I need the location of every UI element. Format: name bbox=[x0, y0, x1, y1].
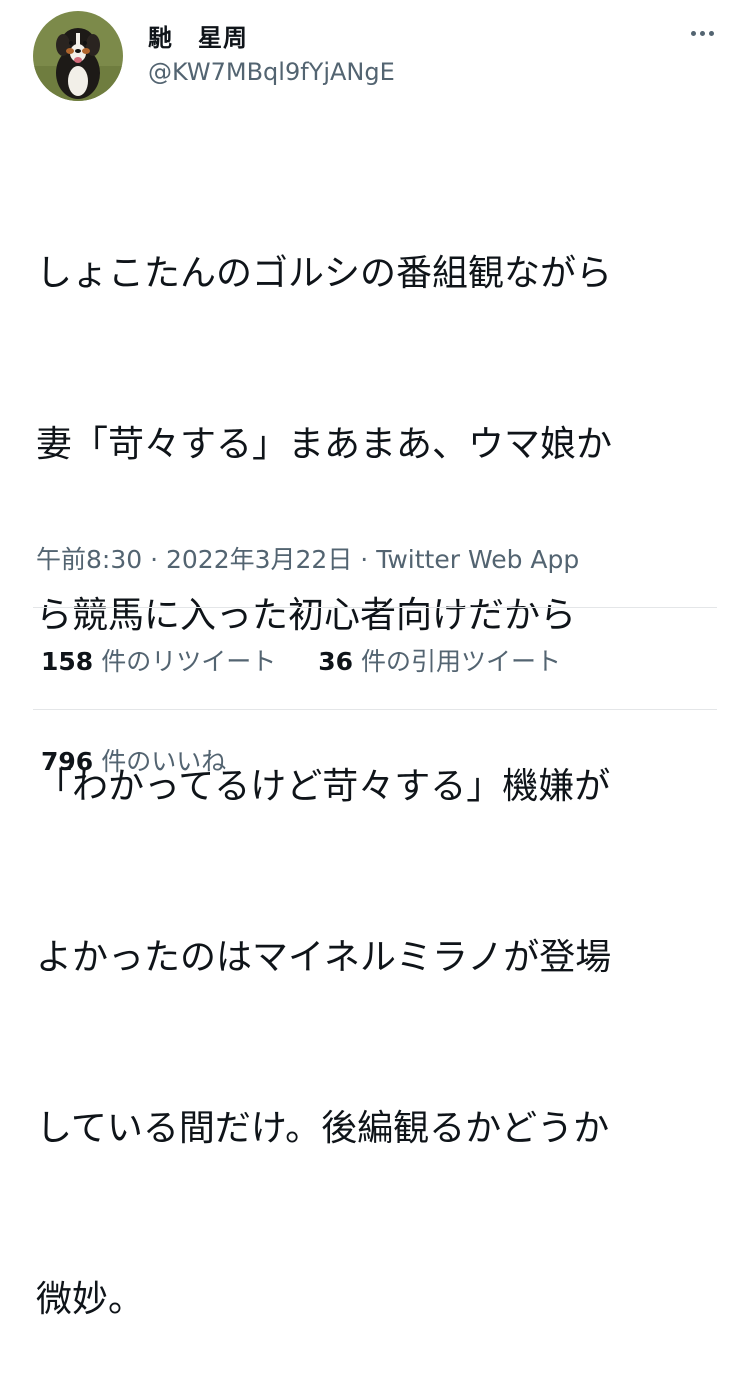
tweet-line: している間だけ。後編観るかどうか bbox=[36, 1108, 610, 1149]
quote-label: 件の引用ツイート bbox=[361, 647, 562, 676]
divider bbox=[33, 607, 717, 608]
like-count: 796 bbox=[41, 747, 94, 776]
tweet-stats-row: 158 件のリツイート 36 件の引用ツイート bbox=[41, 642, 561, 678]
meta-separator: · bbox=[150, 545, 159, 574]
more-dots-icon bbox=[690, 30, 696, 36]
like-count-link[interactable]: 796 件のいいね bbox=[41, 742, 226, 778]
tweet-time[interactable]: 午前8:30 bbox=[36, 545, 142, 574]
tweet-line: しょこたんのゴルシの番組観ながら bbox=[36, 253, 613, 294]
divider bbox=[33, 709, 717, 710]
retweet-count: 158 bbox=[41, 647, 94, 676]
tweet-meta: 午前8:30 · 2022年3月22日 · Twitter Web App bbox=[36, 540, 579, 576]
retweet-count-link[interactable]: 158 件のリツイート bbox=[41, 642, 276, 678]
tweet-line: ら競馬に入った初心者向けだから bbox=[36, 595, 577, 636]
tweet-source[interactable]: Twitter Web App bbox=[376, 545, 579, 574]
tweet-date[interactable]: 2022年3月22日 bbox=[166, 545, 352, 574]
more-dots-icon bbox=[699, 30, 705, 36]
likes-row: 796 件のいいね bbox=[41, 742, 226, 778]
user-handle[interactable]: @KW7MBql9fYjANgE bbox=[148, 58, 395, 86]
dog-avatar-image bbox=[33, 11, 123, 101]
more-dots-icon bbox=[708, 30, 714, 36]
avatar[interactable] bbox=[33, 11, 123, 101]
display-name[interactable]: 馳 星周 bbox=[148, 18, 248, 53]
tweet-line: よかったのはマイネルミラノが登場 bbox=[36, 937, 612, 978]
like-label: 件のいいね bbox=[101, 747, 227, 776]
quote-count: 36 bbox=[318, 647, 353, 676]
more-options-button[interactable] bbox=[684, 18, 720, 48]
retweet-label: 件のリツイート bbox=[101, 647, 277, 676]
meta-separator: · bbox=[360, 545, 369, 574]
tweet-line: 微妙。 bbox=[36, 1279, 145, 1320]
quote-count-link[interactable]: 36 件の引用ツイート bbox=[318, 642, 561, 678]
tweet-line: 妻「苛々する」まあまあ、ウマ娘か bbox=[36, 424, 613, 465]
